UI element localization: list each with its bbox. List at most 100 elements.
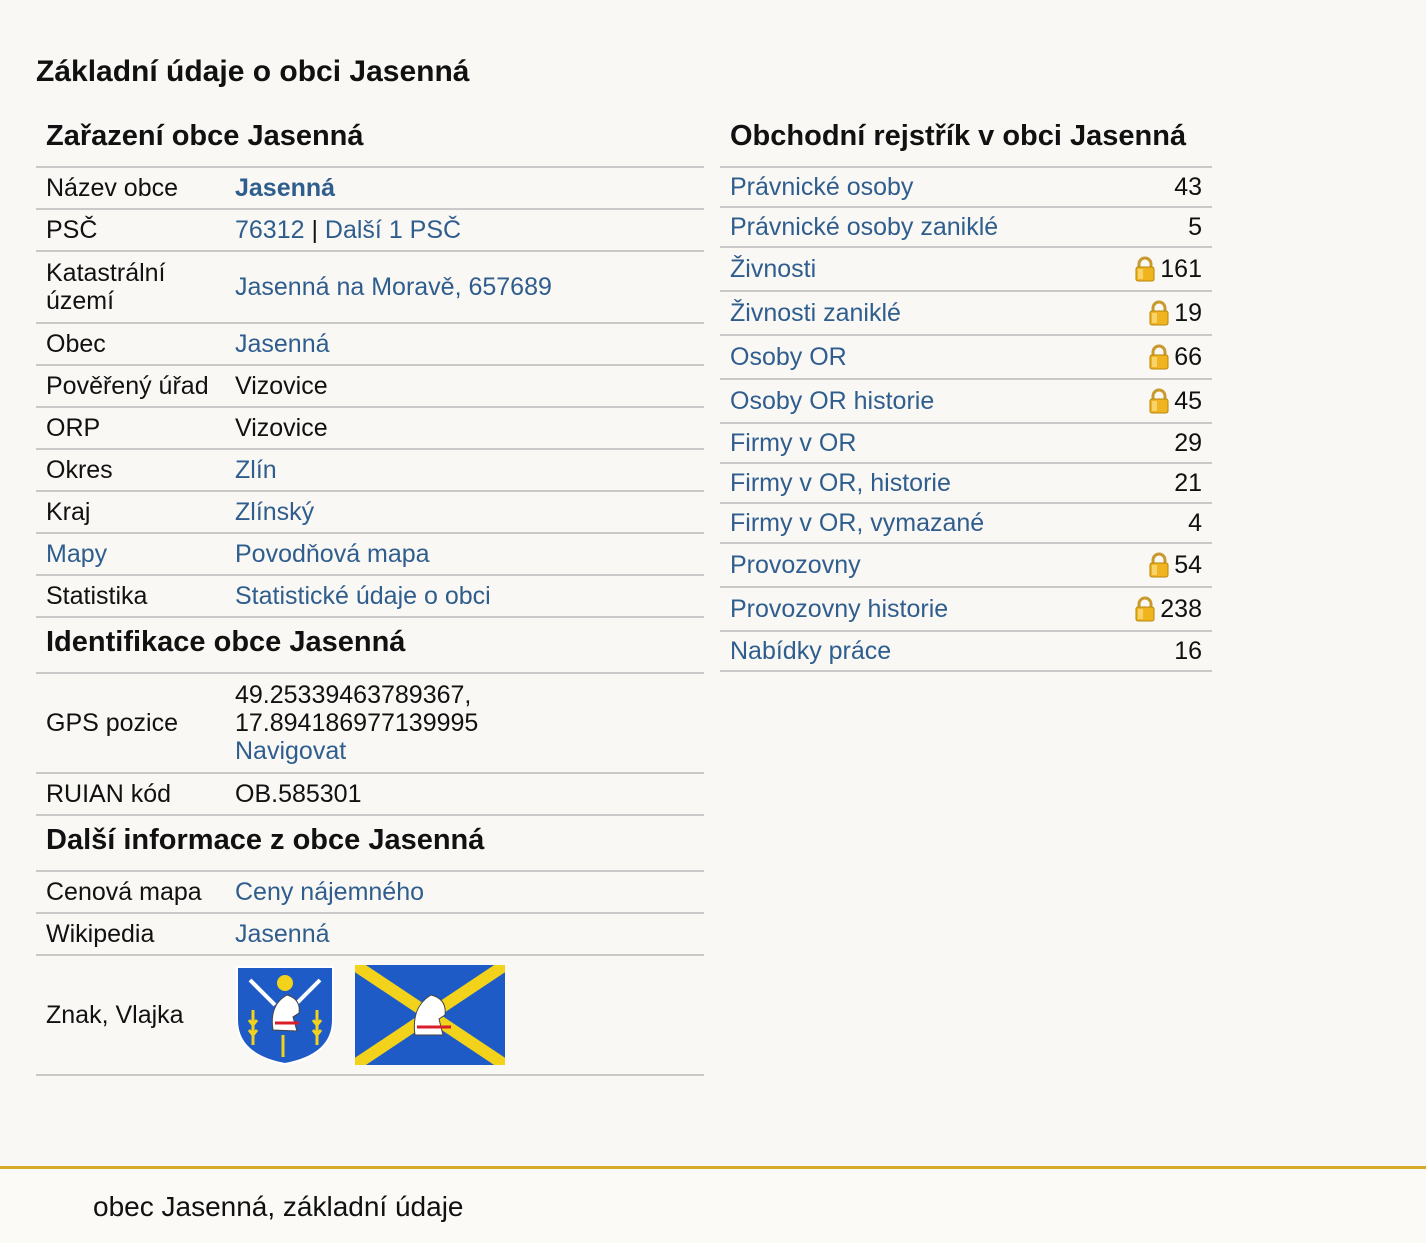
row-okres: Okres Zlín <box>36 450 704 492</box>
row-ruian: RUIAN kód OB.585301 <box>36 774 704 816</box>
register-row: Živnosti 161 <box>720 248 1212 292</box>
register-count: 21 <box>1174 468 1202 497</box>
navigate-link[interactable]: Navigovat <box>235 737 346 765</box>
row-label: PSČ <box>46 216 98 244</box>
lock-icon[interactable] <box>1148 388 1170 414</box>
okres-link[interactable]: Zlín <box>235 456 277 484</box>
register-link[interactable]: Firmy v OR <box>730 429 856 458</box>
register-row: Osoby OR historie 45 <box>720 380 1212 424</box>
ruian-code: OB.585301 <box>235 780 362 808</box>
register-row: Firmy v OR 29 <box>720 424 1212 464</box>
maps-link[interactable]: Mapy <box>46 540 107 568</box>
section-heading-zarazeni: Zařazení obce Jasenná <box>36 112 704 168</box>
municipality-name-link[interactable]: Jasenná <box>235 174 335 202</box>
register-count: 19 <box>1174 298 1202 327</box>
register-row: Provozovny 54 <box>720 544 1212 588</box>
lock-icon[interactable] <box>1148 344 1170 370</box>
coat-of-arms-image[interactable] <box>235 965 335 1065</box>
page-title: Základní údaje o obci Jasenná <box>36 55 470 88</box>
row-statistika: Statistika Statistické údaje o obci <box>36 576 704 618</box>
register-link[interactable]: Právnické osoby zaniklé <box>730 213 998 242</box>
row-label: GPS pozice <box>46 709 179 737</box>
row-mapy: Mapy Povodňová mapa <box>36 534 704 576</box>
register-row: Nabídky práce 16 <box>720 632 1212 672</box>
register-link[interactable]: Živnosti zaniklé <box>730 299 901 328</box>
row-katastr: Katastrální území Jasenná na Moravě, 657… <box>36 252 704 324</box>
row-orp: ORP Vizovice <box>36 408 704 450</box>
register-count: 66 <box>1174 342 1202 371</box>
row-label: Cenová mapa <box>46 878 202 906</box>
municipality-info-column: Zařazení obce Jasenná Název obce Jasenná… <box>36 112 704 1076</box>
register-link[interactable]: Provozovny historie <box>730 595 948 624</box>
register-count-wrap: 5 <box>1188 213 1202 242</box>
register-count: 29 <box>1174 428 1202 457</box>
gps-longitude: 17.894186977139995 <box>235 709 479 737</box>
register-row: Osoby OR 66 <box>720 336 1212 380</box>
row-value: Vizovice <box>235 414 328 442</box>
row-label: Statistika <box>46 582 148 610</box>
register-link[interactable]: Provozovny <box>730 551 861 580</box>
row-cenova-mapa: Cenová mapa Ceny nájemného <box>36 872 704 914</box>
register-count-wrap: 4 <box>1188 509 1202 538</box>
register-link[interactable]: Firmy v OR, historie <box>730 469 951 498</box>
register-row: Provozovny historie 238 <box>720 588 1212 632</box>
register-link[interactable]: Živnosti <box>730 255 816 284</box>
footer-text: obec Jasenná, základní údaje <box>93 1191 464 1222</box>
row-nazev: Název obce Jasenná <box>36 168 704 210</box>
psc-link[interactable]: 76312 <box>235 216 305 244</box>
wikipedia-link[interactable]: Jasenná <box>235 920 330 948</box>
register-count-wrap: 43 <box>1174 173 1202 202</box>
obec-link[interactable]: Jasenná <box>235 330 330 358</box>
statistics-link[interactable]: Statistické údaje o obci <box>235 582 491 610</box>
row-label: Wikipedia <box>46 920 155 948</box>
register-row: Firmy v OR, vymazané 4 <box>720 504 1212 544</box>
row-psc: PSČ 76312 | Další 1 PSČ <box>36 210 704 252</box>
rent-prices-link[interactable]: Ceny nájemného <box>235 878 424 906</box>
register-row: Právnické osoby zaniklé 5 <box>720 208 1212 248</box>
row-label: Katastrální území <box>46 259 166 315</box>
row-label: ORP <box>46 414 101 442</box>
register-count: 16 <box>1174 636 1202 665</box>
register-count-wrap: 161 <box>1134 255 1202 284</box>
register-link[interactable]: Právnické osoby <box>730 173 913 202</box>
footer: obec Jasenná, základní údaje <box>0 1166 1426 1243</box>
row-obec: Obec Jasenná <box>36 324 704 366</box>
lock-icon[interactable] <box>1134 256 1156 282</box>
register-link[interactable]: Nabídky práce <box>730 637 891 666</box>
row-label: RUIAN kód <box>46 780 172 808</box>
row-label: Pověřený úřad <box>46 372 209 400</box>
kraj-link[interactable]: Zlínský <box>235 498 314 526</box>
register-link[interactable]: Firmy v OR, vymazané <box>730 509 984 538</box>
row-label: Znak, Vlajka <box>46 1001 184 1029</box>
register-count-wrap: 29 <box>1174 429 1202 458</box>
psc-separator: | <box>304 216 325 244</box>
lock-icon[interactable] <box>1134 596 1156 622</box>
gps-latitude: 49.25339463789367, <box>235 681 472 709</box>
business-register-column: Obchodní rejstřík v obci Jasenná Právnic… <box>720 112 1212 672</box>
row-kraj: Kraj Zlínský <box>36 492 704 534</box>
register-link[interactable]: Osoby OR <box>730 343 847 372</box>
register-count: 5 <box>1188 212 1202 241</box>
flag-image[interactable] <box>355 965 505 1065</box>
row-label: Okres <box>46 456 113 484</box>
register-row: Právnické osoby 43 <box>720 168 1212 208</box>
row-label: Název obce <box>46 174 179 202</box>
flood-map-link[interactable]: Povodňová mapa <box>235 540 430 568</box>
lock-icon[interactable] <box>1148 300 1170 326</box>
row-gps: GPS pozice 49.25339463789367, 17.8941869… <box>36 674 704 774</box>
cadastral-link[interactable]: Jasenná na Moravě, 657689 <box>235 273 552 301</box>
register-count-wrap: 66 <box>1148 343 1202 372</box>
register-count: 43 <box>1174 172 1202 201</box>
row-value: Vizovice <box>235 372 328 400</box>
register-count-wrap: 21 <box>1174 469 1202 498</box>
row-urad: Pověřený úřad Vizovice <box>36 366 704 408</box>
register-count: 161 <box>1160 254 1202 283</box>
row-label: Obec <box>46 330 106 358</box>
more-psc-link[interactable]: Další 1 PSČ <box>325 216 461 244</box>
register-row: Firmy v OR, historie 21 <box>720 464 1212 504</box>
register-link[interactable]: Osoby OR historie <box>730 387 934 416</box>
register-count: 4 <box>1188 508 1202 537</box>
lock-icon[interactable] <box>1148 552 1170 578</box>
register-count: 45 <box>1174 386 1202 415</box>
register-row: Živnosti zaniklé 19 <box>720 292 1212 336</box>
